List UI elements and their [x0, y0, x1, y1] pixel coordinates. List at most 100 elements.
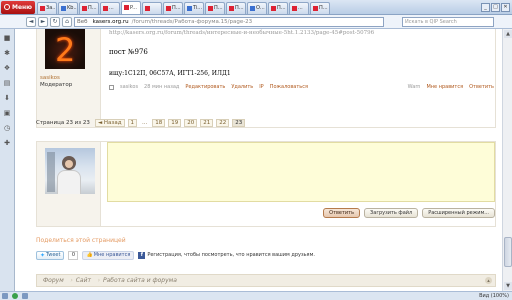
favicon-icon	[82, 5, 87, 11]
warn-link[interactable]: Warn	[408, 84, 421, 90]
fb-signup-label: Регистрация, чтобы посмотреть, что нрави…	[147, 252, 315, 258]
reply-user-panel	[37, 142, 101, 226]
bookmarks-icon[interactable]: ■	[3, 33, 12, 42]
scrollbar-thumb[interactable]	[504, 237, 512, 267]
search-input[interactable]: Искать в QIP Search	[402, 16, 494, 27]
browser-tab[interactable]: P...	[121, 0, 141, 14]
prev-page-button[interactable]: ◄ Назад	[94, 119, 125, 127]
breadcrumb-item-site-work[interactable]: Работа сайта и форума	[97, 277, 183, 284]
browser-tab[interactable]: П...	[226, 1, 246, 14]
tweet-count: 0	[68, 250, 79, 260]
page-link[interactable]: 19	[168, 119, 182, 127]
facebook-icon: f	[138, 251, 146, 259]
page-ellipsis[interactable]: ...	[140, 119, 149, 127]
tab-label: ...	[109, 5, 114, 11]
browser-tab[interactable]: П...	[205, 1, 225, 14]
browser-tab[interactable]: П...	[268, 1, 288, 14]
favicon-icon	[229, 5, 234, 11]
browser-tab[interactable]: О...	[247, 1, 267, 14]
forward-icon[interactable]: ►	[38, 16, 48, 27]
browser-tab[interactable]: П...	[79, 1, 99, 14]
url-host: kasers.org.ru	[92, 18, 129, 25]
breadcrumb-item-site[interactable]: Сайт	[70, 277, 101, 284]
reply-editor[interactable]	[107, 142, 495, 202]
quick-reply: Ответить Загрузить файл Расширенный режи…	[36, 141, 496, 227]
tab-label: О...	[256, 5, 265, 11]
back-icon[interactable]: ◄	[26, 16, 36, 27]
thumbs-up-icon: 👍	[86, 252, 93, 258]
page-link[interactable]: 20	[184, 119, 198, 127]
facebook-like-button[interactable]: 👍 Мне нравится	[82, 250, 135, 260]
scroll-up-icon[interactable]: ▲	[504, 30, 512, 38]
page-link[interactable]: 22	[216, 119, 230, 127]
notes-icon[interactable]: ▤	[3, 78, 12, 87]
scroll-down-icon[interactable]: ▼	[504, 282, 512, 290]
home-icon[interactable]: ⌂	[62, 16, 72, 27]
history-icon[interactable]: ◷	[3, 123, 12, 132]
like-link[interactable]: Мне нравится	[426, 84, 463, 90]
reload-icon[interactable]: ↻	[50, 16, 60, 27]
unite-icon[interactable]: ❖	[3, 63, 12, 72]
tab-label: П...	[277, 5, 286, 11]
tweet-button[interactable]: ✦ Tweet	[36, 250, 65, 260]
reply-link[interactable]: Ответить	[469, 84, 494, 90]
page-link[interactable]: 18	[152, 119, 166, 127]
panel-toggle-icon[interactable]	[2, 293, 8, 299]
vertical-scrollbar[interactable]: ▲ ▼	[502, 29, 512, 291]
collapse-toggle-icon[interactable]: ▴	[485, 277, 492, 284]
page-link-first[interactable]: 1	[127, 119, 138, 127]
page-links: 18 19 20 21 22 23	[152, 119, 246, 127]
delete-link[interactable]: Удалить	[231, 84, 253, 90]
maximize-icon[interactable]: □	[491, 2, 500, 12]
browser-tab[interactable]: П...	[310, 1, 330, 14]
windows-icon[interactable]: ▣	[3, 108, 12, 117]
browser-tab[interactable]: ...	[100, 1, 120, 14]
browser-tabbar: Меню За... Kb... П...... P... П... Ti... П... П…	[0, 0, 512, 15]
share-title: Поделиться этой страницей	[36, 237, 126, 244]
browser-tab[interactable]: П...	[163, 1, 183, 14]
url-field[interactable]: Веб kasers.org.ru/forum/threads/Работа-ф…	[74, 16, 384, 27]
url-label: Веб	[77, 18, 88, 25]
post-time[interactable]: 28 мин назад	[144, 84, 179, 90]
speed-dial-icon[interactable]	[22, 293, 28, 299]
reply-button[interactable]: Ответить	[323, 208, 361, 218]
turbo-icon[interactable]	[12, 293, 18, 299]
post-author[interactable]: sasikos	[120, 84, 138, 90]
add-panel-icon[interactable]: ✚	[3, 138, 12, 147]
nixie-digit: 2	[55, 31, 76, 69]
browser-tab[interactable]: Kb...	[58, 1, 78, 14]
upload-file-button[interactable]: Загрузить файл	[364, 208, 419, 218]
browser-menu-button[interactable]: Меню	[1, 0, 35, 14]
browser-tab[interactable]: За...	[37, 1, 57, 14]
downloads-icon[interactable]: ⬇	[3, 93, 12, 102]
reply-avatar[interactable]	[45, 148, 95, 194]
side-panel: ■ ✱ ❖ ▤ ⬇ ▣ ◷ ✚	[0, 29, 15, 291]
zoom-level[interactable]: Вид (100%)	[479, 293, 509, 299]
close-icon[interactable]: ✕	[501, 2, 510, 12]
favicon-icon	[124, 5, 129, 10]
favicon-icon	[103, 5, 108, 11]
tab-label: Kb...	[67, 5, 78, 11]
select-post-checkbox[interactable]	[109, 84, 114, 90]
widgets-icon[interactable]: ✱	[3, 48, 12, 57]
facebook-signup-text[interactable]: f Регистрация, чтобы посмотреть, что нра…	[138, 251, 315, 259]
tab-label: П...	[235, 5, 244, 11]
ip-link[interactable]: IP	[259, 84, 264, 90]
browser-tab[interactable]: Ti...	[184, 1, 204, 14]
tab-strip: За... Kb... П...... P... П... Ti... П... П... О.…	[37, 0, 331, 14]
report-link[interactable]: Пожаловаться	[270, 84, 308, 90]
minimize-icon[interactable]: _	[481, 2, 490, 12]
post-username[interactable]: sasikos	[40, 75, 60, 81]
browser-tab[interactable]	[142, 1, 162, 14]
page-link[interactable]: 21	[200, 119, 214, 127]
avatar[interactable]: 2	[45, 29, 85, 69]
favicon-icon	[250, 5, 255, 11]
advanced-mode-button[interactable]: Расширенный режим...	[422, 208, 495, 218]
tab-label: P...	[130, 4, 138, 11]
browser-tab[interactable]: ...	[289, 1, 309, 14]
page-link[interactable]: 23	[232, 119, 246, 127]
page-count-label: Страница 23 из 23	[36, 120, 90, 126]
post-body-link[interactable]: http://kasers.org.ru/forum/threads/интер…	[109, 30, 374, 36]
breadcrumb-item-forum[interactable]: Форум	[37, 277, 72, 284]
edit-link[interactable]: Редактировать	[185, 84, 225, 90]
